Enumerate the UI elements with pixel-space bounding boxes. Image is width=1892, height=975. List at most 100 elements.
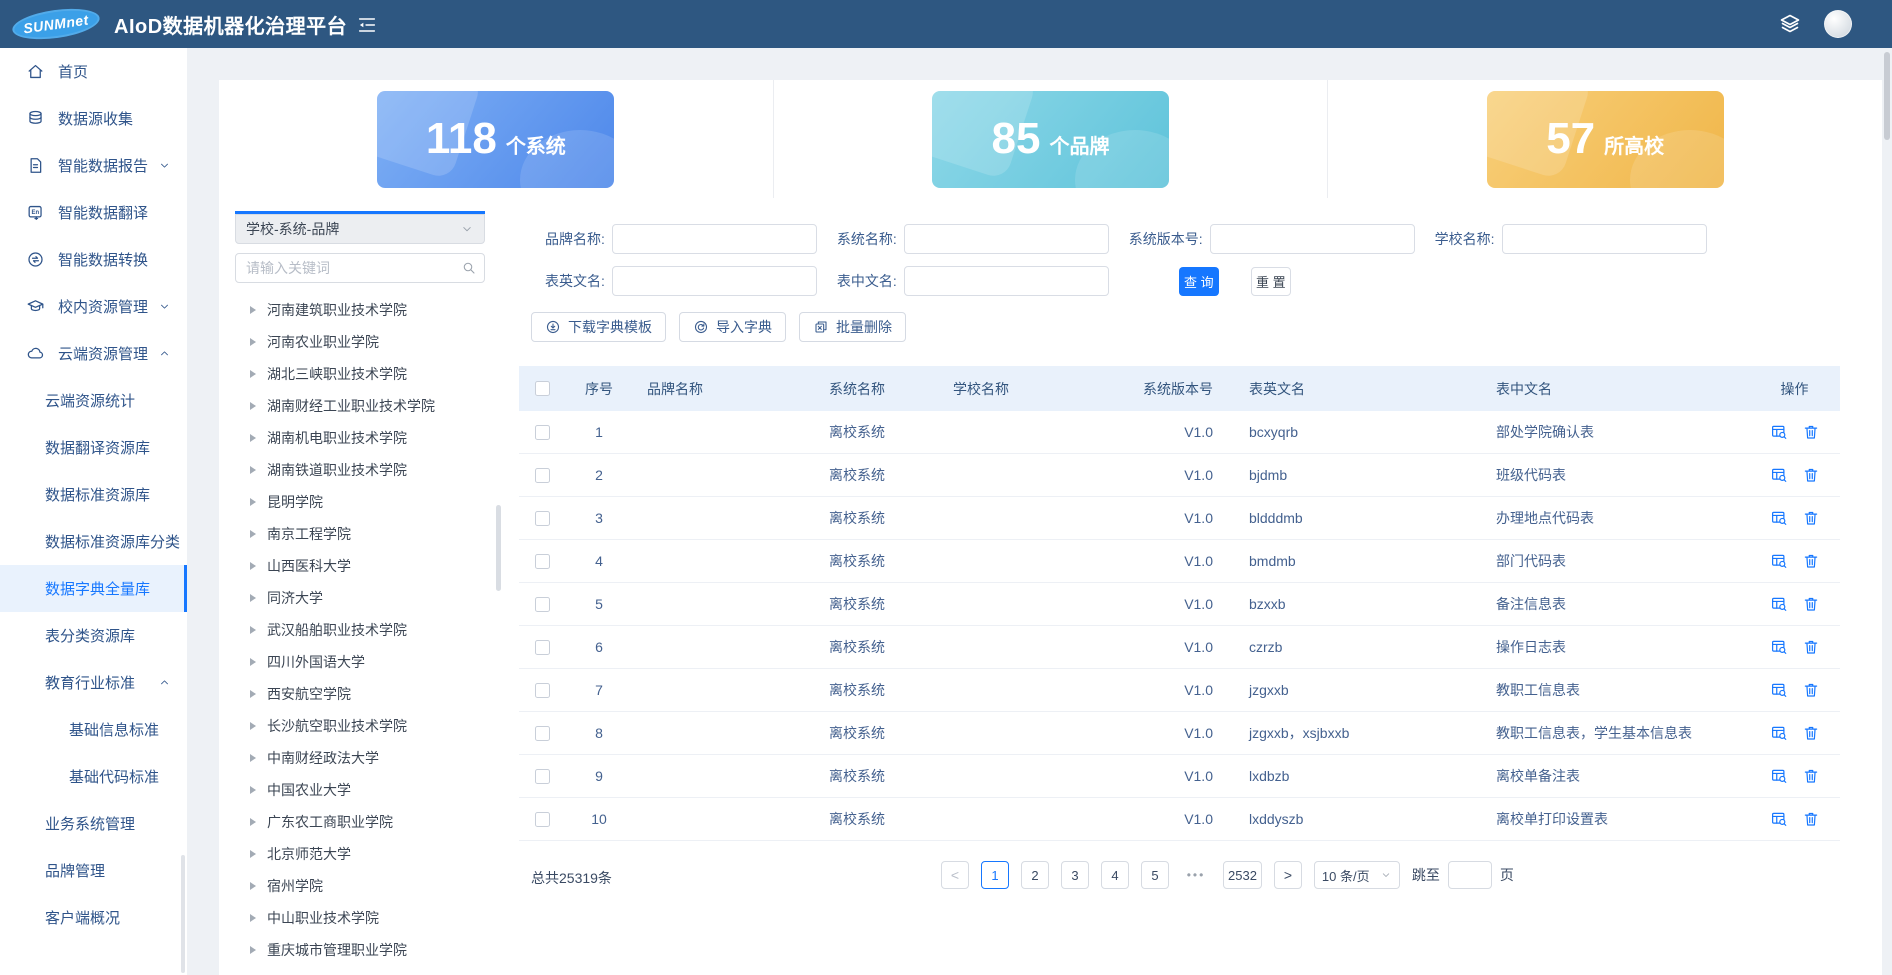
sidebar-item[interactable]: 数据标准资源库 <box>0 471 187 518</box>
page-number-button[interactable]: 3 <box>1061 861 1089 889</box>
caret-right-icon[interactable] <box>250 946 256 954</box>
caret-right-icon[interactable] <box>250 530 256 538</box>
sidebar-item[interactable]: 云端资源统计 <box>0 377 187 424</box>
window-scrollbar[interactable] <box>1884 52 1890 140</box>
sidebar-item[interactable]: 数据翻译资源库 <box>0 424 187 471</box>
tree-item-school[interactable]: 北京师范大学 <box>235 838 507 870</box>
view-detail-icon[interactable] <box>1770 724 1788 742</box>
tree-item-school[interactable]: 湖南财经工业职业技术学院 <box>235 390 507 422</box>
caret-right-icon[interactable] <box>250 658 256 666</box>
sidebar-item[interactable]: 数据标准资源库分类 <box>0 518 187 565</box>
tree-item-school[interactable]: 昆明学院 <box>235 486 507 518</box>
query-button[interactable]: 查 询 <box>1179 267 1219 296</box>
trash-icon[interactable] <box>1802 767 1820 785</box>
view-detail-icon[interactable] <box>1770 638 1788 656</box>
filter-input[interactable] <box>904 266 1109 296</box>
sidebar-item[interactable]: 智能数据报告 <box>0 142 187 189</box>
user-avatar[interactable] <box>1824 10 1852 38</box>
caret-right-icon[interactable] <box>250 434 256 442</box>
sidebar-item[interactable]: 智能数据转换 <box>0 236 187 283</box>
search-icon[interactable] <box>461 260 477 276</box>
sidebar-item[interactable]: 教育行业标准 <box>0 659 187 706</box>
trash-icon[interactable] <box>1802 810 1820 828</box>
import-dictionary-button[interactable]: 导入字典 <box>679 312 786 342</box>
caret-right-icon[interactable] <box>250 818 256 826</box>
reset-button[interactable]: 重 置 <box>1251 267 1291 296</box>
row-checkbox[interactable] <box>535 425 550 440</box>
caret-right-icon[interactable] <box>250 850 256 858</box>
row-checkbox[interactable] <box>535 511 550 526</box>
tree-item-school[interactable]: 湖南机电职业技术学院 <box>235 422 507 454</box>
caret-right-icon[interactable] <box>250 690 256 698</box>
fold-menu-icon[interactable] <box>356 14 378 36</box>
filter-input[interactable] <box>612 224 817 254</box>
tree-item-school[interactable]: 山西医科大学 <box>235 550 507 582</box>
page-prev-button[interactable]: < <box>941 861 969 889</box>
caret-right-icon[interactable] <box>250 786 256 794</box>
row-checkbox[interactable] <box>535 640 550 655</box>
caret-right-icon[interactable] <box>250 306 256 314</box>
sidebar-item[interactable]: 表分类资源库 <box>0 612 187 659</box>
caret-right-icon[interactable] <box>250 498 256 506</box>
download-template-button[interactable]: 下载字典模板 <box>531 312 666 342</box>
view-detail-icon[interactable] <box>1770 595 1788 613</box>
row-checkbox[interactable] <box>535 597 550 612</box>
sidebar-item[interactable]: En智能数据翻译 <box>0 189 187 236</box>
tree-item-school[interactable]: 重庆城市管理职业学院 <box>235 934 507 966</box>
tree-item-school[interactable]: 中国农业大学 <box>235 774 507 806</box>
tree-item-school[interactable]: 中南财经政法大学 <box>235 742 507 774</box>
sidebar-item[interactable]: 基础信息标准 <box>0 706 187 753</box>
sidebar-item[interactable]: 校内资源管理 <box>0 283 187 330</box>
caret-right-icon[interactable] <box>250 466 256 474</box>
trash-icon[interactable] <box>1802 681 1820 699</box>
sidebar-item[interactable]: 首页 <box>0 48 187 95</box>
page-next-button[interactable]: > <box>1274 861 1302 889</box>
tree-item-school[interactable]: 广东农工商职业学院 <box>235 806 507 838</box>
trash-icon[interactable] <box>1802 638 1820 656</box>
row-checkbox[interactable] <box>535 812 550 827</box>
view-detail-icon[interactable] <box>1770 423 1788 441</box>
tree-item-school[interactable]: 南京工程学院 <box>235 518 507 550</box>
tree-item-school[interactable]: 四川外国语大学 <box>235 646 507 678</box>
view-detail-icon[interactable] <box>1770 509 1788 527</box>
page-ellipsis[interactable]: ••• <box>1181 868 1211 882</box>
view-detail-icon[interactable] <box>1770 681 1788 699</box>
trash-icon[interactable] <box>1802 552 1820 570</box>
tree-item-school[interactable]: 河南建筑职业技术学院 <box>235 294 507 326</box>
row-checkbox[interactable] <box>535 769 550 784</box>
tree-item-school[interactable]: 湖南铁道职业技术学院 <box>235 454 507 486</box>
tree-item-school[interactable]: 长沙航空职业技术学院 <box>235 710 507 742</box>
tree-search-input[interactable] <box>235 253 485 283</box>
trash-icon[interactable] <box>1802 423 1820 441</box>
tree-item-school[interactable]: 宿州学院 <box>235 870 507 902</box>
caret-right-icon[interactable] <box>250 626 256 634</box>
tree-scrollbar[interactable] <box>496 505 501 591</box>
row-checkbox[interactable] <box>535 468 550 483</box>
caret-right-icon[interactable] <box>250 882 256 890</box>
sidebar-item[interactable]: 业务系统管理 <box>0 800 187 847</box>
sidebar-item[interactable]: 客户端概况 <box>0 894 187 941</box>
row-checkbox[interactable] <box>535 683 550 698</box>
sidebar-scrollbar[interactable] <box>181 855 185 973</box>
sidebar-item[interactable]: 数据源收集 <box>0 95 187 142</box>
view-detail-icon[interactable] <box>1770 552 1788 570</box>
caret-right-icon[interactable] <box>250 402 256 410</box>
page-number-button[interactable]: 2 <box>1021 861 1049 889</box>
page-size-select[interactable]: 10 条/页 <box>1314 861 1400 889</box>
tree-item-school[interactable]: 湖北三峡职业技术学院 <box>235 358 507 390</box>
caret-right-icon[interactable] <box>250 338 256 346</box>
sidebar-item-active[interactable]: 数据字典全量库 <box>0 565 187 612</box>
page-number-button[interactable]: 4 <box>1101 861 1129 889</box>
row-checkbox[interactable] <box>535 554 550 569</box>
filter-input[interactable] <box>1502 224 1707 254</box>
page-number-button[interactable]: 1 <box>981 861 1009 889</box>
trash-icon[interactable] <box>1802 509 1820 527</box>
tree-item-school[interactable]: 中山职业技术学院 <box>235 902 507 934</box>
caret-right-icon[interactable] <box>250 914 256 922</box>
trash-icon[interactable] <box>1802 724 1820 742</box>
select-all-checkbox[interactable] <box>535 381 550 396</box>
batch-delete-button[interactable]: 批量删除 <box>799 312 906 342</box>
trash-icon[interactable] <box>1802 595 1820 613</box>
sidebar-item[interactable]: 基础代码标准 <box>0 753 187 800</box>
filter-input[interactable] <box>612 266 817 296</box>
